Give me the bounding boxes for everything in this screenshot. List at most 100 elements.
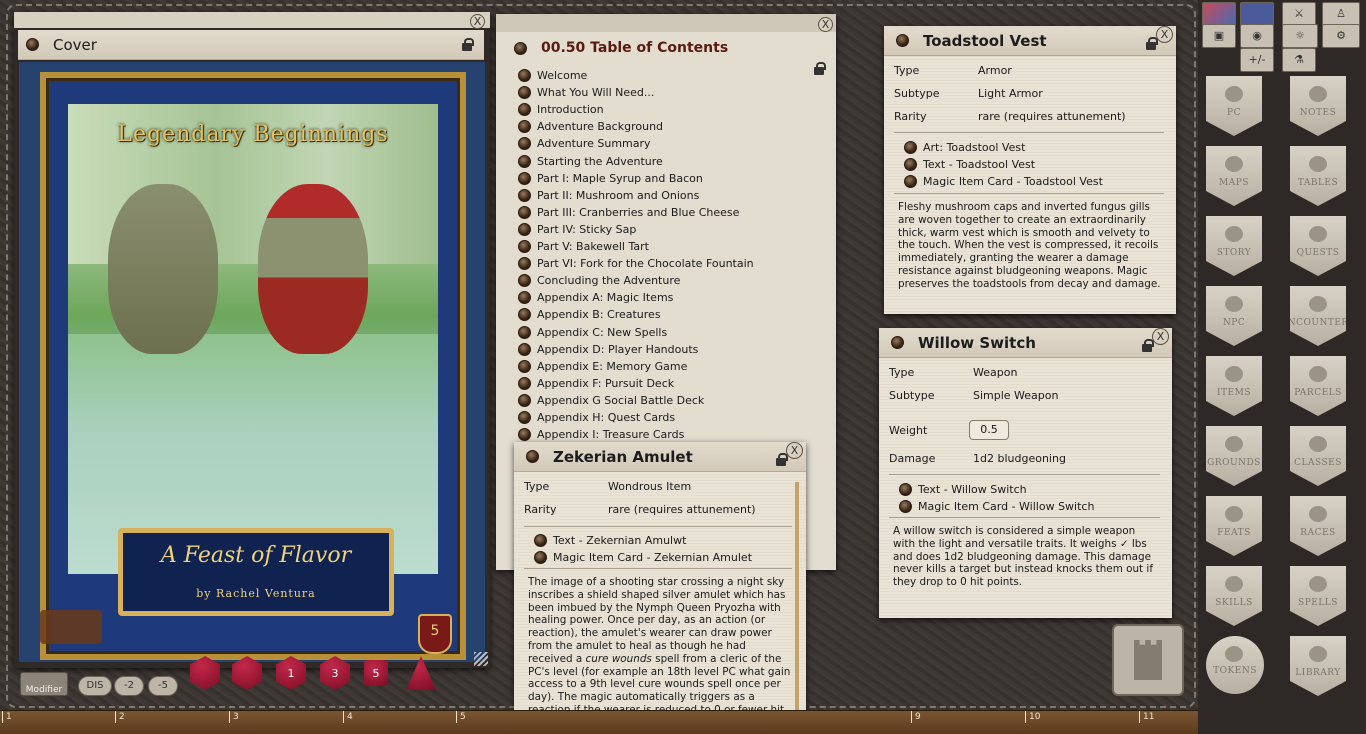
amulet-link-card[interactable]: Magic Item Card - Zekernian Amulet [534,551,752,564]
sidebar-feats-button[interactable]: FEATS [1206,496,1262,556]
willow-close-button[interactable]: X [1152,328,1169,345]
toc-link-knob-icon[interactable] [518,240,531,253]
sidebar-tables-button[interactable]: TABLES [1290,146,1346,206]
toc-link-knob-icon[interactable] [518,274,531,288]
settings-gear-button[interactable]: ⚙ [1322,24,1360,48]
toc-item[interactable]: Appendix A: Magic Items [518,291,673,305]
walk-tool-button[interactable]: ⚗ [1282,48,1316,72]
toc-link-knob-icon[interactable] [518,154,531,168]
amulet-scrollbar[interactable] [795,482,799,718]
resize-handle-icon[interactable] [474,652,488,666]
toc-item[interactable]: Appendix G Social Battle Deck [518,393,704,407]
d6-die[interactable]: 5 [364,660,388,686]
toc-link-knob-icon[interactable] [518,205,531,219]
character-tool-button[interactable]: ♙ [1322,2,1360,26]
toc-item[interactable]: What You Will Need... [518,86,654,100]
lock-icon[interactable] [814,62,826,75]
cover-close-button[interactable]: X [470,14,485,29]
toc-item[interactable]: Part IV: Sticky Sap [518,222,636,236]
sidebar-maps-button[interactable]: MAPS [1206,146,1262,206]
link-knob-icon[interactable] [899,483,912,496]
sidebar-encounters-button[interactable]: ENCOUNTERS [1290,286,1346,346]
sidebar-pc-button[interactable]: PC [1206,76,1262,136]
subtype-value[interactable]: Light Armor [978,87,1043,100]
amulet-link-text[interactable]: Text - Zekernian Amulwt [534,534,686,547]
lock-icon[interactable] [776,453,788,466]
link-knob-icon[interactable] [534,551,547,564]
toc-item[interactable]: Part VI: Fork for the Chocolate Fountain [518,257,754,271]
toc-link-knob-icon[interactable] [518,257,531,271]
toc-item[interactable]: Appendix I: Treasure Cards [518,428,684,442]
toc-item[interactable]: Adventure Background [518,120,663,134]
toc-item[interactable]: Welcome [518,69,587,82]
toc-link-knob-icon[interactable] [518,393,531,407]
chat-tool-button[interactable]: ▣ [1202,24,1236,48]
toc-item[interactable]: Starting the Adventure [518,154,663,168]
dis-button[interactable]: DIS [78,676,112,696]
toc-item[interactable]: Introduction [518,103,604,117]
toc-item[interactable]: Part II: Mushroom and Onions [518,188,699,202]
sidebar-story-button[interactable]: STORY [1206,216,1262,276]
pointer-tool-button[interactable] [1240,2,1274,26]
toc-item[interactable]: Concluding the Adventure [518,274,680,288]
palette-tool-button[interactable]: ◉ [1240,24,1274,48]
damage-value[interactable]: 1d2 bludgeoning [973,452,1066,465]
toc-link-knob-icon[interactable] [518,411,531,424]
toc-item[interactable]: Appendix F: Pursuit Deck [518,376,674,390]
toc-item[interactable]: Appendix B: Creatures [518,308,661,322]
willow-titlebar[interactable]: Willow Switch [879,328,1172,358]
toc-link-knob-icon[interactable] [518,103,531,117]
link-knob-icon[interactable] [904,175,917,188]
sidebar-classes-button[interactable]: CLASSES [1290,426,1346,486]
toc-link-knob-icon[interactable] [518,188,531,202]
willow-link-card[interactable]: Magic Item Card - Willow Switch [899,500,1094,513]
sidebar-items-button[interactable]: ITEMS [1206,356,1262,416]
weight-field[interactable]: 0.5 [969,420,1009,440]
link-knob-icon[interactable] [904,158,917,171]
rarity-value[interactable]: rare (requires attunement) [608,503,756,516]
toc-link-knob-icon[interactable] [518,120,531,134]
vest-link-text[interactable]: Text - Toadstool Vest [904,158,1035,171]
toc-link-knob-icon[interactable] [518,342,531,356]
type-value[interactable]: Armor [978,64,1012,77]
combat-tool-button[interactable]: ⚔ [1282,2,1316,26]
vest-link-card[interactable]: Magic Item Card - Toadstool Vest [904,175,1103,188]
sidebar-grounds-button[interactable]: GROUNDS [1206,426,1262,486]
toc-link-knob-icon[interactable] [518,376,531,390]
toc-close-button[interactable]: X [818,17,833,32]
cover-window-handle[interactable] [14,12,490,28]
lock-icon[interactable] [1142,339,1154,352]
toc-link-knob-icon[interactable] [518,308,531,322]
sidebar-notes-button[interactable]: NOTES [1290,76,1346,136]
toc-window-handle[interactable] [496,14,836,32]
toc-link-knob-icon[interactable] [518,325,531,339]
lock-icon[interactable] [462,38,474,51]
lock-icon[interactable] [1146,37,1158,50]
link-knob-icon[interactable] [899,500,912,513]
vest-close-button[interactable]: X [1156,26,1173,43]
toc-header[interactable]: 00.50 Table of Contents [496,34,836,75]
toc-link-knob-icon[interactable] [518,222,531,236]
toc-item[interactable]: Adventure Summary [518,137,651,151]
cover-titlebar[interactable]: Cover [18,30,484,60]
toc-item[interactable]: Appendix C: New Spells [518,325,667,339]
minus-two-button[interactable]: -2 [114,676,144,696]
sidebar-tokens-button[interactable]: TOKENS [1206,636,1264,694]
type-value[interactable]: Wondrous Item [608,480,691,493]
rarity-value[interactable]: rare (requires attunement) [978,110,1126,123]
toc-link-knob-icon[interactable] [518,428,531,442]
subtype-value[interactable]: Simple Weapon [973,389,1058,402]
toc-item[interactable]: Part III: Cranberries and Blue Cheese [518,205,739,219]
sidebar-parcels-button[interactable]: PARCELS [1290,356,1346,416]
sidebar-npc-button[interactable]: NPC [1206,286,1262,346]
toc-link-knob-icon[interactable] [518,137,531,151]
sidebar-library-button[interactable]: LIBRARY [1290,636,1346,696]
color-swatch-button[interactable] [1202,2,1236,26]
toc-link-knob-icon[interactable] [518,171,531,185]
link-knob-icon[interactable] [534,534,547,547]
toc-link-knob-icon[interactable] [518,359,531,373]
lighting-tool-button[interactable]: ☼ [1282,24,1318,48]
amulet-close-button[interactable]: X [786,442,803,459]
sidebar-skills-button[interactable]: SKILLS [1206,566,1262,626]
modifier-box[interactable]: Modifier [20,672,68,696]
